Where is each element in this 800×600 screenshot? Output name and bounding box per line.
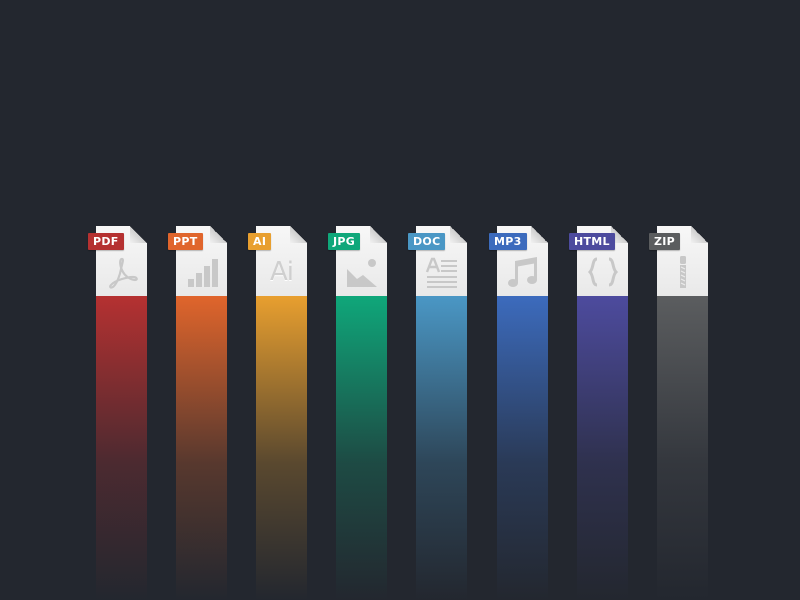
file-icon-mp3: MP3: [489, 226, 548, 600]
file-icon-html: HTML: [569, 226, 628, 600]
file-icon-ai: Ai AI: [248, 226, 307, 600]
zipper-icon: [657, 252, 708, 292]
file-type-badge: ZIP: [649, 233, 681, 250]
color-stripe: [256, 296, 307, 600]
file-type-badge: DOC: [408, 233, 446, 250]
file-icon-ppt: PPT: [168, 226, 227, 600]
color-stripe: [416, 296, 467, 600]
color-stripe: [497, 296, 548, 600]
code-braces-icon: [577, 252, 628, 292]
page-corner-fold: [450, 226, 467, 243]
acrobat-icon: [96, 252, 147, 292]
file-icon-jpg: JPG: [328, 226, 387, 600]
illustrator-glyph-text: Ai: [269, 257, 294, 287]
page-corner-fold: [691, 226, 708, 243]
color-stripe: [336, 296, 387, 600]
file-type-badge: MP3: [489, 233, 527, 250]
file-icon-zip: ZIP: [649, 226, 708, 600]
file-icon-doc: DOC: [408, 226, 467, 600]
bar-chart-icon: [176, 252, 227, 292]
music-note-icon: [497, 252, 548, 292]
file-type-icon-set: PDF PPT Ai AI JPG DOC MP3 HTML ZIP: [0, 0, 800, 600]
page-corner-fold: [210, 226, 227, 243]
page-corner-fold: [370, 226, 387, 243]
color-stripe: [176, 296, 227, 600]
file-type-badge: HTML: [569, 233, 615, 250]
color-stripe: [657, 296, 708, 600]
file-icon-pdf: PDF: [88, 226, 147, 600]
page-corner-fold: [290, 226, 307, 243]
color-stripe: [577, 296, 628, 600]
text-document-icon: [416, 252, 467, 292]
file-type-badge: PPT: [168, 233, 203, 250]
page-corner-fold: [130, 226, 147, 243]
file-type-badge: PDF: [88, 233, 124, 250]
page-corner-fold: [531, 226, 548, 243]
image-icon: [336, 252, 387, 292]
illustrator-icon: Ai: [256, 252, 307, 292]
file-type-badge: JPG: [328, 233, 361, 250]
color-stripe: [96, 296, 147, 600]
file-type-badge: AI: [248, 233, 272, 250]
